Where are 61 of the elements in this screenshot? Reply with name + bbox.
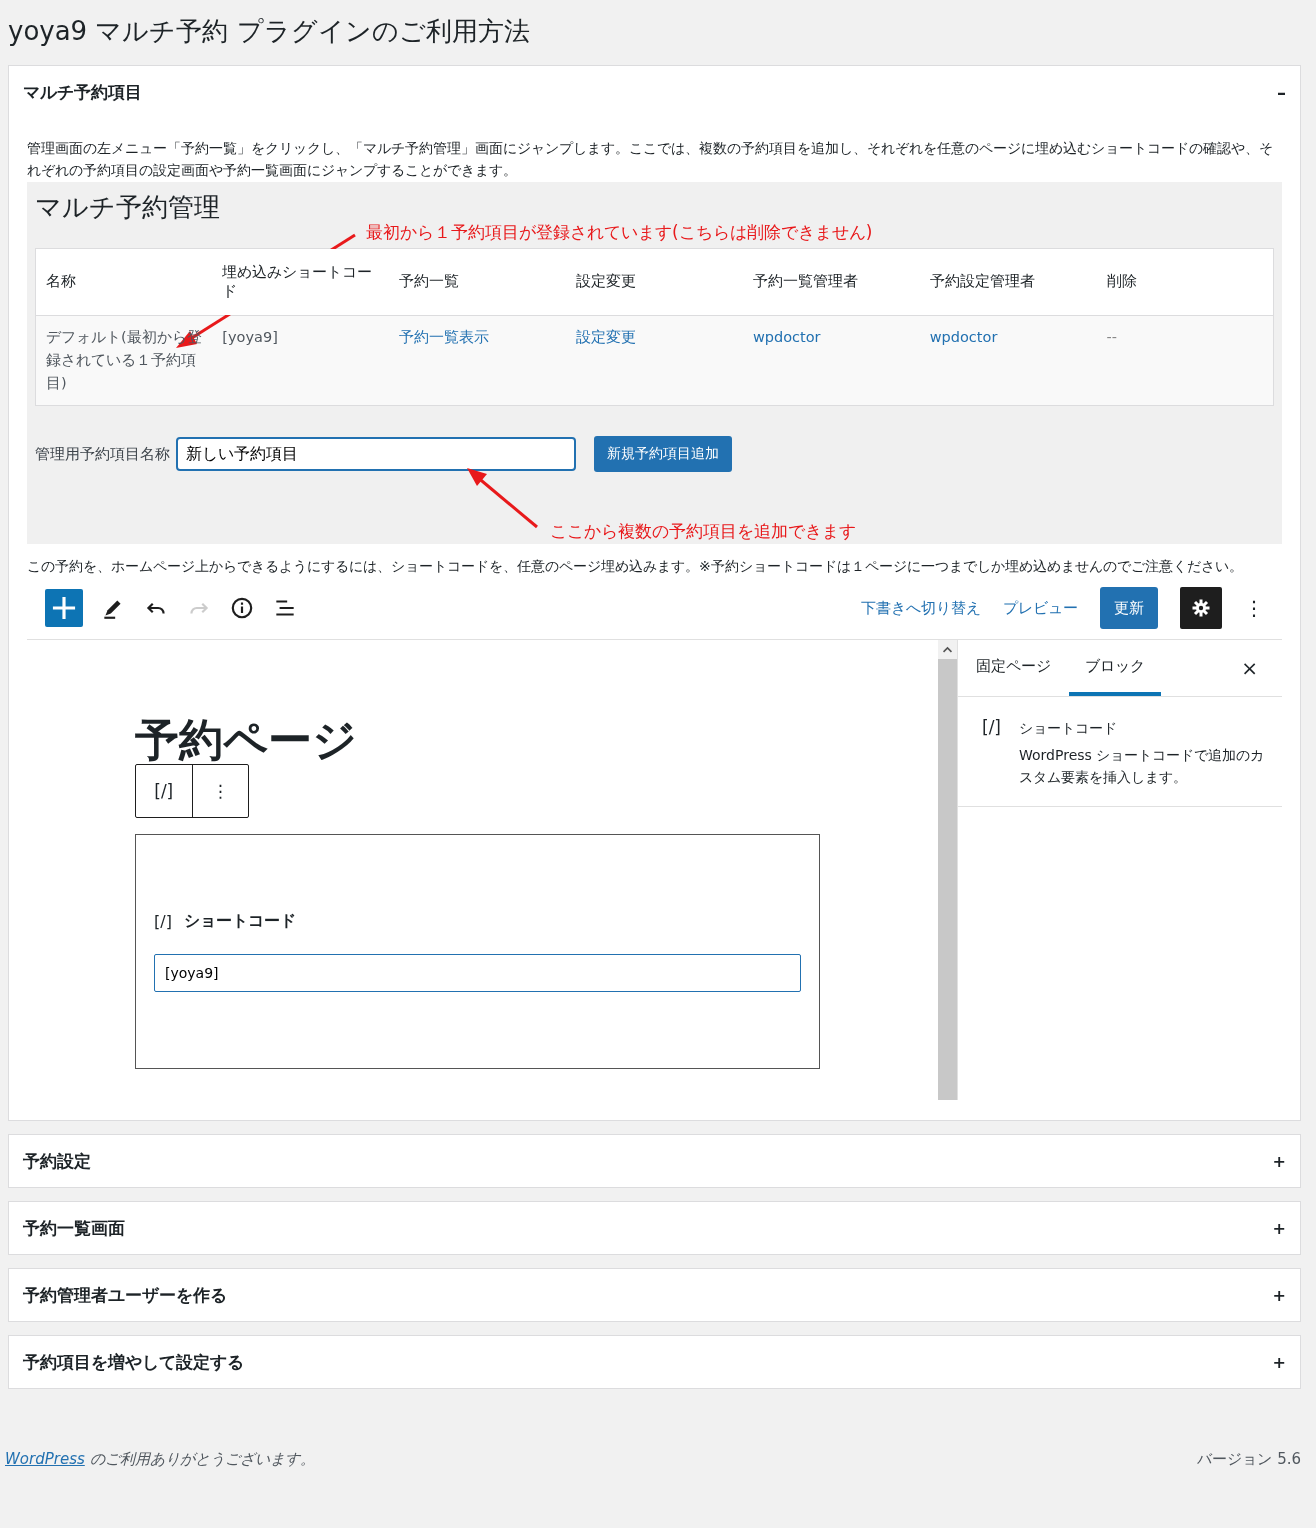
toggle-icon[interactable]: – <box>1277 81 1286 103</box>
toggle-icon[interactable]: + <box>1272 1218 1286 1238</box>
wordpress-link[interactable]: WordPress <box>5 1450 85 1469</box>
column-header: 名称 <box>35 248 213 316</box>
annotation-text: ここから複数の予約項目を追加できます <box>549 520 857 544</box>
accordion-header[interactable]: 予約設定 + <box>9 1135 1300 1188</box>
toggle-icon[interactable]: + <box>1272 1285 1286 1305</box>
settings-icon[interactable] <box>1180 587 1222 630</box>
column-header: 設定変更 <box>566 248 743 316</box>
footer-text: のご利用ありがとうございます。 <box>89 1450 315 1469</box>
accordion-header[interactable]: 予約項目を増やして設定する + <box>9 1336 1300 1389</box>
section-title: 予約管理者ユーザーを作る <box>23 1283 227 1307</box>
accordion-header[interactable]: 予約管理者ユーザーを作る + <box>9 1269 1300 1322</box>
shortcode-icon: [/] <box>982 717 1001 789</box>
section-title: マルチ予約項目 <box>23 80 142 104</box>
annotation-arrow <box>467 467 538 528</box>
block-name: ショートコード <box>1019 719 1118 739</box>
section-title: 予約項目を増やして設定する <box>23 1350 244 1374</box>
screen-heading: マルチ予約管理 <box>35 191 221 223</box>
version-text: バージョン 5.6 <box>1197 1450 1301 1470</box>
draft-link[interactable]: 下書きへ切り替え <box>861 598 981 618</box>
shortcode-icon: [/] <box>154 912 172 932</box>
block-type-button[interactable]: [/] <box>136 765 192 818</box>
column-header: 予約設定管理者 <box>919 248 1097 316</box>
table-link[interactable]: wpdoctor <box>929 328 998 345</box>
accordion-header[interactable]: 予約一覧画面 + <box>9 1202 1300 1255</box>
scroll-up-icon[interactable] <box>938 640 957 660</box>
table-cell: [yoya9] <box>222 328 278 345</box>
shortcode-field[interactable]: [yoya9] <box>154 954 801 993</box>
sidebar-tab[interactable]: 固定ページ <box>976 640 1067 697</box>
close-button[interactable]: × <box>1241 640 1282 697</box>
name-field[interactable]: 新しい予約項目 <box>176 437 576 472</box>
more-menu[interactable]: ⋮ <box>1244 596 1264 621</box>
column-header: 削除 <box>1096 248 1274 316</box>
add-button[interactable]: 新規予約項目追加 <box>594 436 732 473</box>
column-header: 埋め込みショートコード <box>212 248 390 316</box>
toggle-icon[interactable]: + <box>1272 1352 1286 1372</box>
accordion-header[interactable]: マルチ予約項目 – <box>9 66 1300 119</box>
block-options-button[interactable]: ⋮ <box>191 765 248 818</box>
update-button[interactable]: 更新 <box>1100 587 1158 630</box>
table-cell: -- <box>1106 328 1118 345</box>
field-label: 管理用予約項目名称 <box>35 444 170 464</box>
sidebar-tab[interactable]: ブロック <box>1069 640 1161 697</box>
table-link[interactable]: wpdoctor <box>752 328 821 345</box>
block-description: WordPress ショートコードで追加のカスタム要素を挿入します。 <box>1019 745 1266 788</box>
scrollbar[interactable] <box>938 640 957 1101</box>
table-link[interactable]: 予約一覧表示 <box>399 328 490 345</box>
toggle-icon[interactable]: + <box>1272 1151 1286 1171</box>
table-link[interactable]: 設定変更 <box>576 328 637 345</box>
post-title: 予約ページ <box>135 718 358 763</box>
paragraph: この予約を、ホームページ上からできるようにするには、ショートコードを、任意のページ埋め込みます。※予約ショートコードは１ページに一つまでしか埋め込めませんのでご注意ください。 <box>27 556 1244 576</box>
paragraph: 管理画面の左メニュー「予約一覧」をクリックし、「マルチ予約管理」画面にジャンプします。ここでは、複数の予約項目を追加し、それぞれを任意のページに埋め込むショートコードの確認や、それぞれの予約項目の設定画面や予約一覧画面にジャンプすることができます。 <box>27 139 1274 180</box>
column-header: 予約一覧 <box>389 248 567 316</box>
add-block-icon[interactable] <box>45 589 83 628</box>
annotation-text: 最初から１予約項目が登録されています(こちらは削除できません) <box>365 220 874 244</box>
preview-link[interactable]: プレビュー <box>1003 598 1078 618</box>
block-label: ショートコード <box>183 911 296 933</box>
page-title: yoya9 マルチ予約 プラグインのご利用方法 <box>8 15 531 48</box>
column-header: 予約一覧管理者 <box>742 248 920 316</box>
section-title: 予約一覧画面 <box>23 1216 125 1240</box>
section-title: 予約設定 <box>23 1149 91 1173</box>
